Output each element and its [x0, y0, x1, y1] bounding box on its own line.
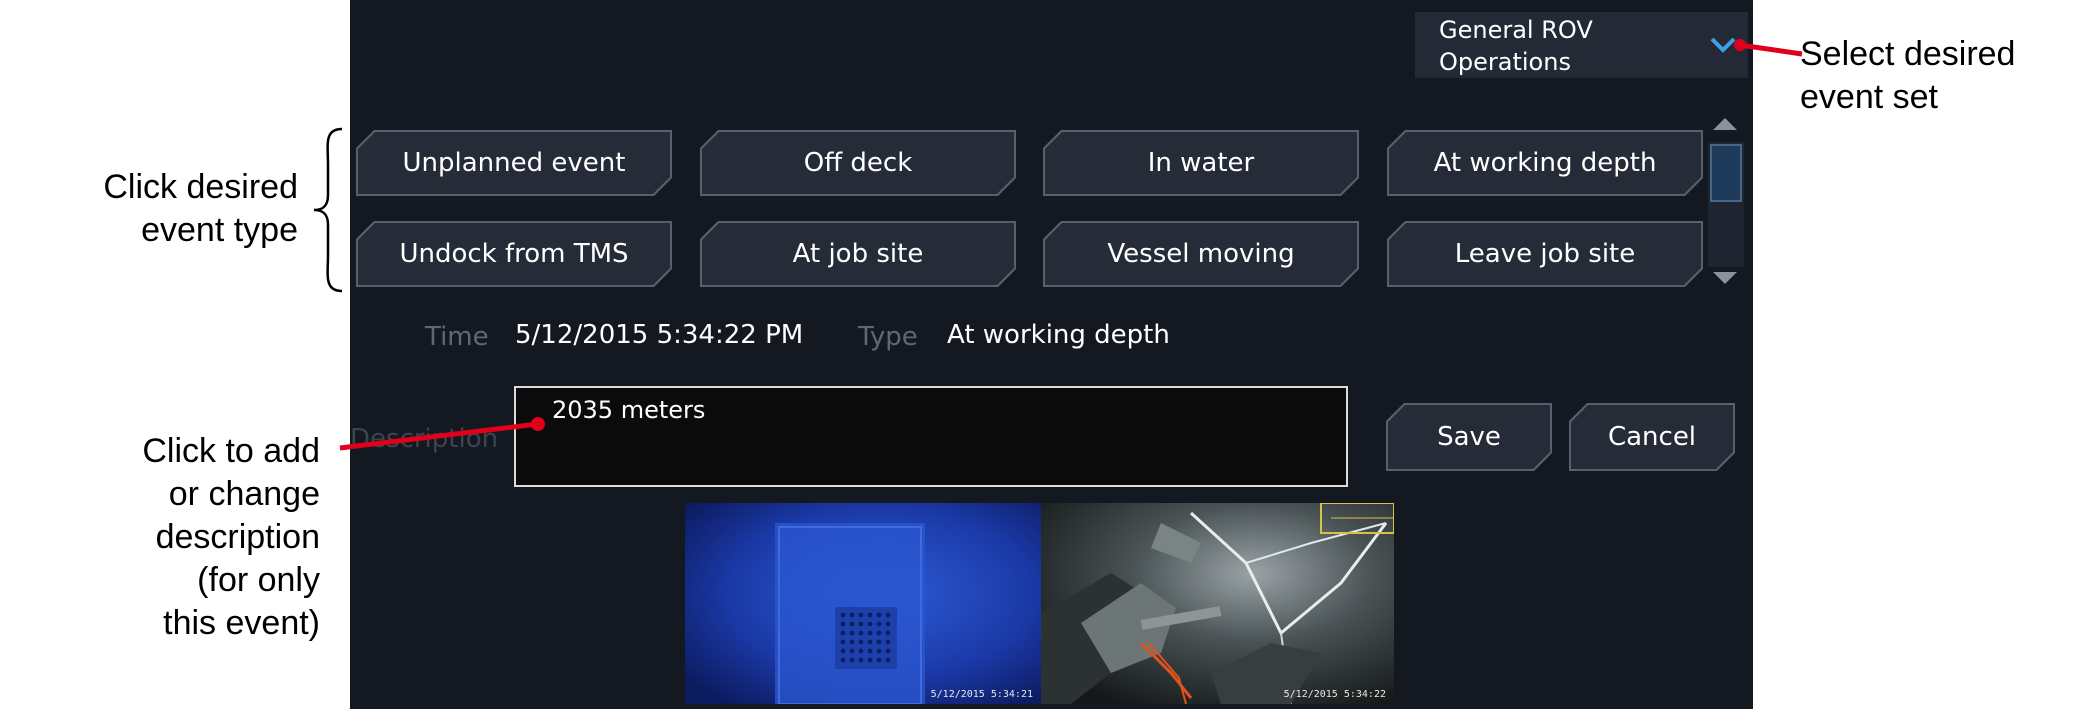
rov-manipulator-image — [1041, 503, 1394, 704]
event-set-dropdown[interactable]: General ROV Operations — [1415, 12, 1748, 78]
save-button[interactable]: Save — [1386, 403, 1552, 471]
video-thumbnail-1[interactable]: 5/12/2015 5:34:21 — [685, 503, 1041, 704]
annotation-event-type: Click desired event type — [103, 168, 298, 249]
event-set-label: General ROV Operations — [1439, 16, 1593, 76]
scrollbar-thumb[interactable] — [1710, 144, 1742, 202]
event-button-in-water[interactable]: In water — [1043, 130, 1359, 196]
time-value: 5/12/2015 5:34:22 PM — [515, 320, 804, 350]
event-button-vessel-moving[interactable]: Vessel moving — [1043, 221, 1359, 287]
underwater-panel-image — [685, 503, 1041, 704]
event-button-leave-job-site[interactable]: Leave job site — [1387, 221, 1703, 287]
annotation-event-set: Select desired event set — [1800, 35, 2016, 116]
event-button-at-working-depth[interactable]: At working depth — [1387, 130, 1703, 196]
thumbnail-timestamp: 5/12/2015 5:34:22 — [1283, 689, 1386, 700]
event-button-undock-from-tms[interactable]: Undock from TMS — [356, 221, 672, 287]
description-text: 2035 meters — [552, 396, 706, 424]
annotation-description: Click to add or change description (for … — [142, 432, 320, 642]
scroll-up-arrow-icon[interactable] — [1713, 118, 1737, 130]
event-logger-panel: General ROV Operations Unplanned event O… — [350, 0, 1753, 709]
time-label: Time — [425, 322, 489, 352]
thumbnail-timestamp: 5/12/2015 5:34:21 — [930, 689, 1033, 700]
event-button-off-deck[interactable]: Off deck — [700, 130, 1016, 196]
description-field[interactable]: 2035 meters — [514, 386, 1348, 487]
scroll-down-arrow-icon[interactable] — [1713, 272, 1737, 284]
event-button-unplanned-event[interactable]: Unplanned event — [356, 130, 672, 196]
curly-brace-icon — [313, 127, 343, 293]
annotation-arrow-event-set — [1734, 39, 1803, 57]
type-value: At working depth — [947, 320, 1170, 350]
event-button-at-job-site[interactable]: At job site — [700, 221, 1016, 287]
video-thumbnail-2[interactable]: 5/12/2015 5:34:22 — [1041, 503, 1394, 704]
annotation-arrow-description — [339, 417, 545, 451]
type-label: Type — [858, 322, 918, 352]
cancel-button[interactable]: Cancel — [1569, 403, 1735, 471]
